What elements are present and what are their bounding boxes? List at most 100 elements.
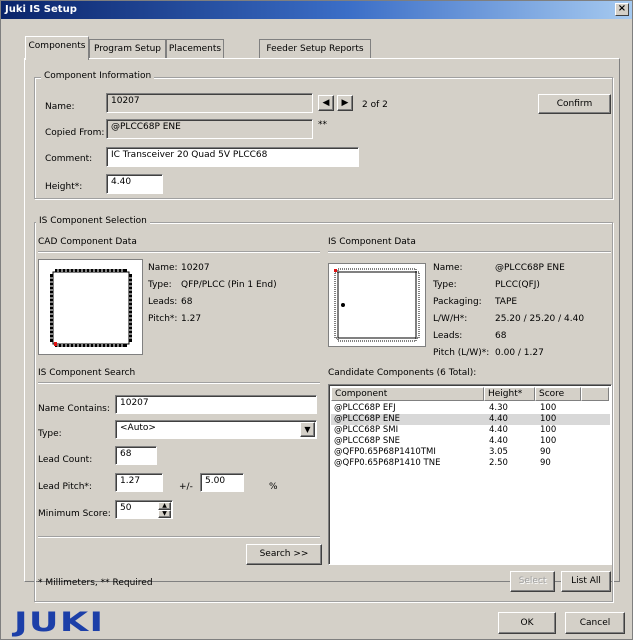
- row-height: 3.05: [489, 447, 508, 457]
- spin-down-icon[interactable]: ▼: [158, 510, 171, 518]
- type-select-value: <Auto>: [120, 423, 156, 433]
- is-type-value: PLCC(QFJ): [495, 280, 540, 290]
- is-chip-image: [328, 263, 426, 347]
- row-component: @PLCC68P SMI: [334, 425, 399, 435]
- required-marker: **: [318, 120, 327, 130]
- tab-components[interactable]: Components: [25, 36, 89, 60]
- table-row[interactable]: @QFP0.65P68P1410TMI 3.05 90: [331, 447, 610, 458]
- height-field[interactable]: 4.40: [106, 174, 163, 194]
- list-all-button[interactable]: List All: [561, 571, 611, 592]
- column-filler: [581, 387, 609, 401]
- record-counter: 2 of 2: [362, 100, 388, 110]
- search-divider: [38, 382, 320, 384]
- candidates-header: Candidate Components (6 Total):: [328, 368, 477, 378]
- cad-type-value: QFP/PLCC (Pin 1 End): [181, 280, 277, 290]
- percent-label: %: [269, 482, 278, 492]
- cad-component-header: CAD Component Data: [38, 237, 137, 247]
- name-contains-label: Name Contains:: [38, 404, 110, 414]
- type-select[interactable]: <Auto>: [115, 420, 317, 439]
- search-button[interactable]: Search >>: [246, 544, 322, 565]
- row-height: 4.40: [489, 414, 508, 424]
- row-component: @PLCC68P SNE: [334, 436, 400, 446]
- tab-feeder-setup-reports[interactable]: Feeder Setup Reports: [259, 39, 371, 59]
- row-component: @PLCC68P EFJ: [334, 403, 396, 413]
- table-row[interactable]: @PLCC68P SNE 4.40 100: [331, 436, 610, 447]
- table-row[interactable]: @PLCC68P SMI 4.40 100: [331, 425, 610, 436]
- is-search-header: IS Component Search: [38, 368, 136, 378]
- row-height: 2.50: [489, 458, 508, 468]
- is-lwh-value: 25.20 / 25.20 / 4.40: [495, 314, 585, 324]
- lead-pitch-input[interactable]: 1.27: [115, 473, 163, 492]
- is-packaging-label: Packaging:: [433, 297, 482, 307]
- cancel-button[interactable]: Cancel: [565, 612, 625, 634]
- is-component-selection-label: IS Component Selection: [36, 216, 150, 226]
- is-name-label: Name:: [433, 263, 463, 273]
- row-component: @QFP0.65P68P1410TMI: [334, 447, 436, 457]
- pitch-tolerance-input[interactable]: 5.00: [200, 473, 244, 492]
- is-leads-label: Leads:: [433, 331, 463, 341]
- candidates-list[interactable]: Component Height* Score @PLCC68P EFJ 4.3…: [328, 384, 612, 565]
- row-height: 4.40: [489, 425, 508, 435]
- cad-name-label: Name:: [148, 263, 178, 273]
- row-score: 100: [540, 414, 557, 424]
- is-leads-value: 68: [495, 331, 507, 341]
- name-field[interactable]: 10207: [106, 93, 313, 113]
- select-button[interactable]: Select: [510, 571, 555, 592]
- dialog-footer: JUKI OK Cancel: [1, 607, 632, 639]
- comment-label: Comment:: [45, 154, 93, 164]
- name-contains-input[interactable]: 10207: [115, 395, 317, 414]
- is-pitch-value: 0.00 / 1.27: [495, 348, 544, 358]
- cad-pitch-value: 1.27: [181, 314, 202, 324]
- lead-count-label: Lead Count:: [38, 455, 93, 465]
- plus-minus-label: +/-: [179, 482, 193, 492]
- column-height[interactable]: Height*: [484, 387, 535, 401]
- lead-count-input[interactable]: 68: [115, 446, 157, 465]
- type-label: Type:: [38, 429, 62, 439]
- cad-divider: [38, 251, 320, 253]
- cad-name-value: 10207: [181, 263, 210, 273]
- cad-leads-label: Leads:: [148, 297, 178, 307]
- row-score: 100: [540, 425, 557, 435]
- tab-placements[interactable]: Placements: [166, 39, 224, 59]
- row-score: 90: [540, 447, 551, 457]
- table-row[interactable]: @PLCC68P EFJ 4.30 100: [331, 403, 610, 414]
- previous-arrow-icon[interactable]: ◀: [318, 95, 334, 111]
- column-score[interactable]: Score: [535, 387, 581, 401]
- is-name-value: @PLCC68P ENE: [495, 263, 565, 273]
- is-divider: [328, 251, 611, 253]
- is-component-header: IS Component Data: [328, 237, 416, 247]
- row-score: 100: [540, 436, 557, 446]
- setup-window: Juki IS Setup × Components Program Setup…: [0, 0, 633, 640]
- is-pitch-label: Pitch (L/W)*:: [433, 348, 490, 358]
- next-arrow-icon[interactable]: ▶: [337, 95, 353, 111]
- cad-pitch-label: Pitch*:: [148, 314, 178, 324]
- copied-from-label: Copied From:: [45, 128, 105, 138]
- row-score: 100: [540, 403, 557, 413]
- chevron-down-icon[interactable]: ▼: [300, 422, 315, 437]
- title-bar[interactable]: Juki IS Setup ×: [1, 1, 632, 19]
- copied-from-field: @PLCC68P ENE: [106, 119, 313, 139]
- table-row-selected[interactable]: @PLCC68P ENE 4.40 100: [331, 414, 610, 425]
- row-height: 4.30: [489, 403, 508, 413]
- column-component[interactable]: Component: [331, 387, 484, 401]
- is-type-label: Type:: [433, 280, 457, 290]
- cad-type-label: Type:: [148, 280, 172, 290]
- minimum-score-value: 50: [120, 503, 132, 513]
- row-component: @QFP0.65P68P1410 TNE: [334, 458, 441, 468]
- juki-logo: JUKI: [14, 607, 105, 638]
- table-row[interactable]: @QFP0.65P68P1410 TNE 2.50 90: [331, 458, 610, 469]
- row-component: @PLCC68P ENE: [334, 414, 400, 424]
- search-bottom-divider: [38, 536, 320, 538]
- component-information-label: Component Information: [41, 71, 155, 81]
- tab-program-setup[interactable]: Program Setup: [89, 39, 166, 59]
- height-label: Height*:: [45, 182, 83, 192]
- ok-button[interactable]: OK: [498, 612, 556, 634]
- close-icon[interactable]: ×: [615, 3, 629, 16]
- is-packaging-value: TAPE: [495, 297, 518, 307]
- name-label: Name:: [45, 102, 75, 112]
- confirm-button[interactable]: Confirm: [538, 94, 611, 114]
- row-score: 90: [540, 458, 551, 468]
- spin-up-icon[interactable]: ▲: [158, 502, 171, 510]
- comment-field[interactable]: IC Transceiver 20 Quad 5V PLCC68: [106, 147, 359, 167]
- window-title: Juki IS Setup: [5, 4, 77, 15]
